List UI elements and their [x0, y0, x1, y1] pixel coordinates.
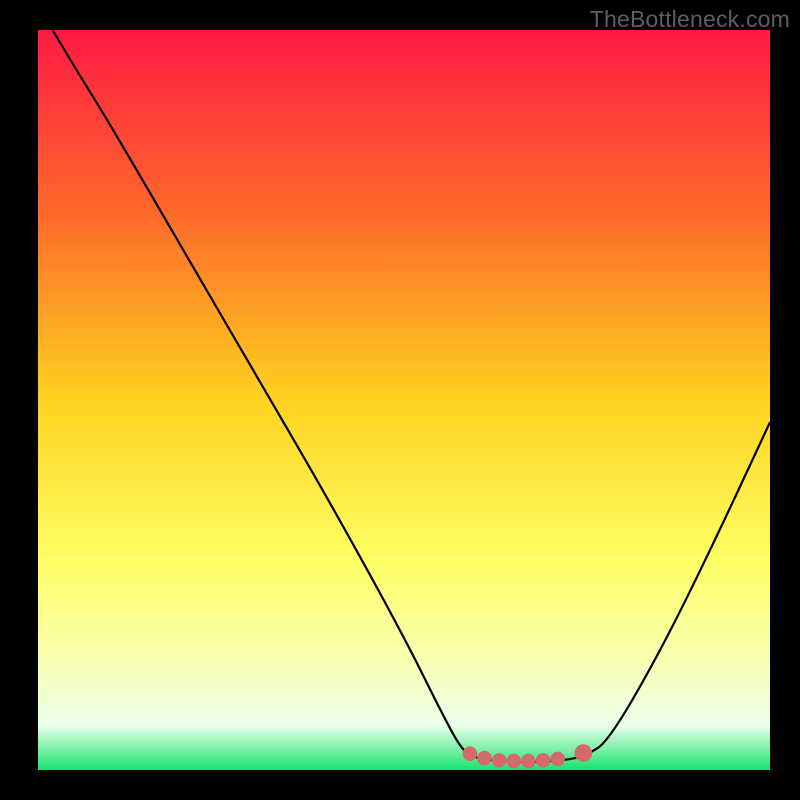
plot-area	[38, 30, 770, 770]
marker-dot	[550, 752, 565, 767]
marker-dot	[477, 751, 492, 766]
marker-dot	[536, 753, 551, 768]
marker-dot	[463, 746, 478, 761]
watermark-text: TheBottleneck.com	[590, 6, 790, 33]
gradient-background	[38, 30, 770, 770]
marker-dot	[492, 753, 507, 768]
chart-frame: TheBottleneck.com	[0, 0, 800, 800]
marker-dot	[575, 744, 593, 762]
marker-dot	[507, 754, 522, 769]
marker-dot	[521, 754, 536, 769]
chart-svg	[0, 0, 800, 800]
